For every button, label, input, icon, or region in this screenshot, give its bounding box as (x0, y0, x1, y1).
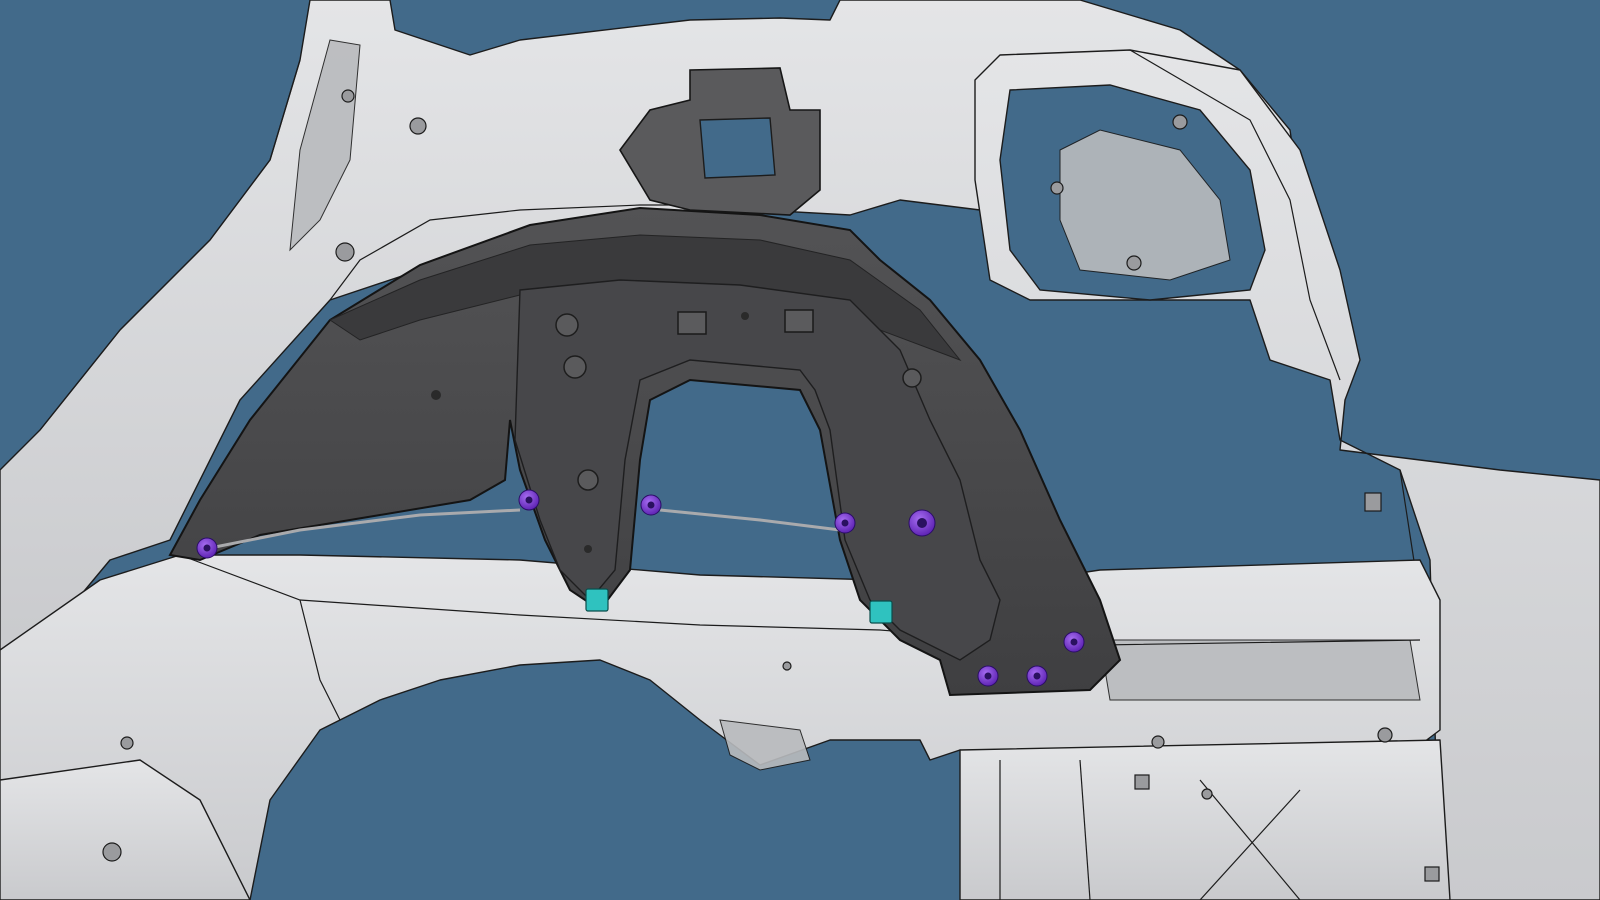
clip-4-fastener[interactable] (834, 512, 856, 534)
clip-1-fastener[interactable] (196, 537, 218, 559)
clip-7-fastener[interactable] (1026, 665, 1048, 687)
clip-2-fastener[interactable] (518, 489, 540, 511)
clip-8-fastener[interactable] (1063, 631, 1085, 653)
clip-6-fastener[interactable] (977, 665, 999, 687)
clip-3-fastener[interactable] (640, 494, 662, 516)
cad-viewport[interactable] (0, 0, 1600, 900)
vehicle-body-3d-view (0, 0, 1600, 900)
nut-1-weld-nut[interactable] (585, 588, 609, 612)
clip-5-fastener[interactable] (908, 509, 936, 537)
nut-2-weld-nut[interactable] (869, 600, 893, 624)
